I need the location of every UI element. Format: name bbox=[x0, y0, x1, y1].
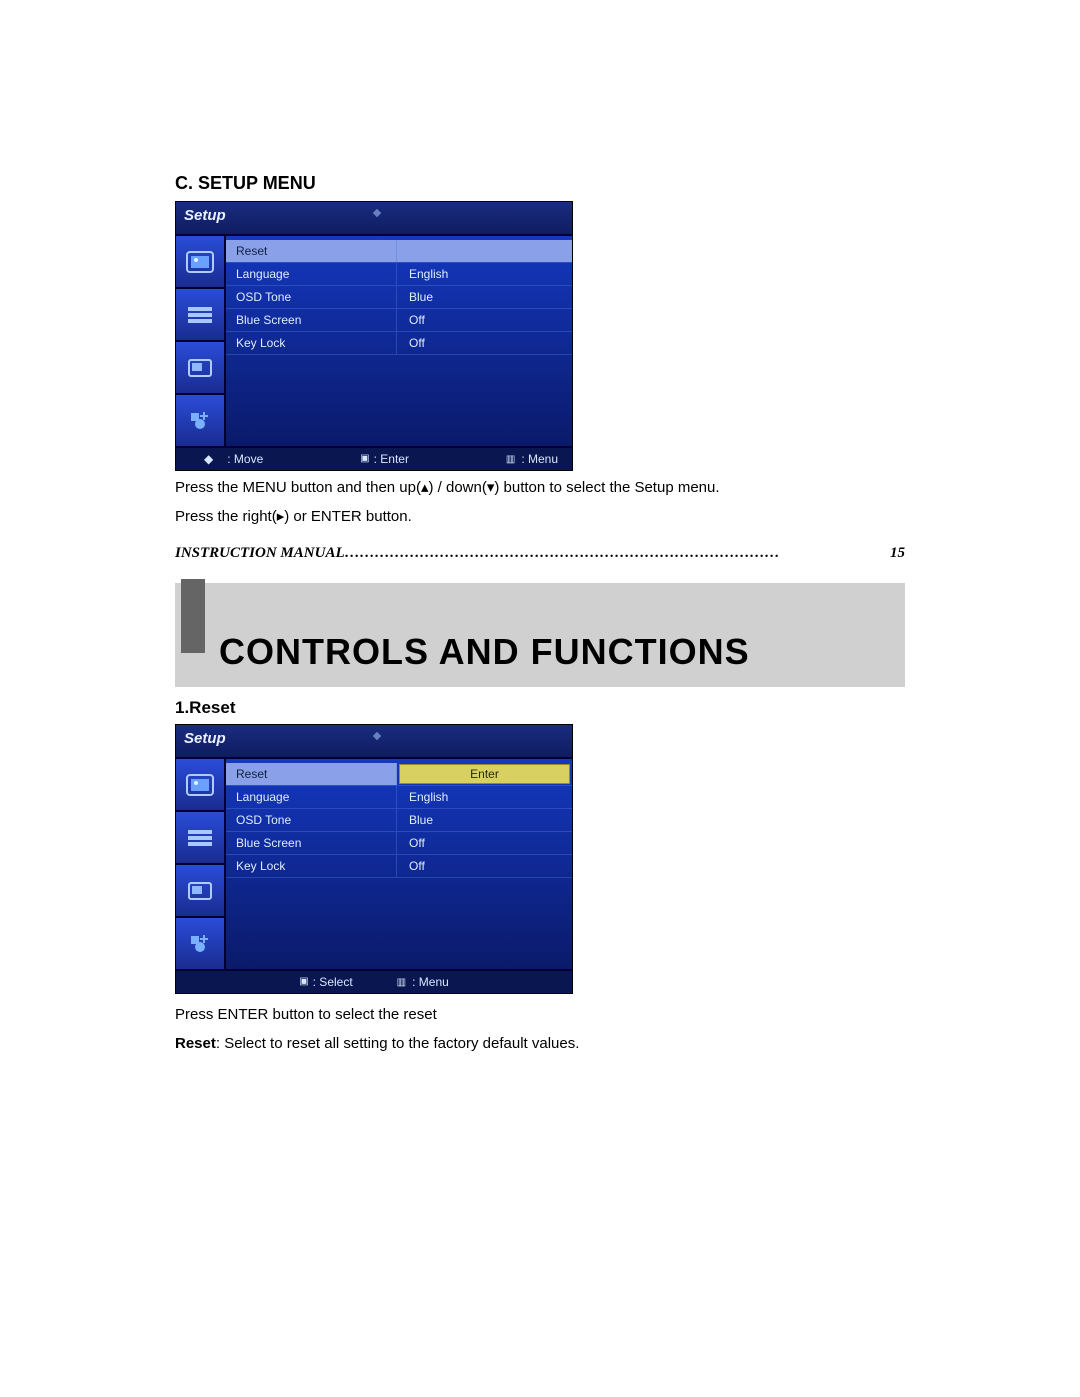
row-value-enter[interactable]: Enter bbox=[399, 764, 570, 784]
osd-footer: ◆ : Move ▣: Enter ▥: Menu bbox=[176, 446, 572, 470]
menu-row-blue-screen[interactable]: Blue Screen Off bbox=[226, 309, 572, 332]
sound-tab-icon[interactable] bbox=[176, 812, 224, 865]
row-value bbox=[397, 240, 572, 262]
setup-tab-icon[interactable] bbox=[176, 395, 224, 446]
osd-panel-2: Setup Reset Enter bbox=[175, 724, 573, 994]
osd-titlebar: Setup bbox=[176, 202, 572, 236]
row-label: OSD Tone bbox=[226, 809, 397, 831]
setup-tab-icon[interactable] bbox=[176, 918, 224, 969]
menu-row-reset[interactable]: Reset bbox=[226, 240, 572, 263]
diamond-icon bbox=[373, 732, 381, 740]
osd-main-list: Reset Language English OSD Tone Blue Blu… bbox=[226, 236, 572, 446]
menu-row-blue-screen[interactable]: Blue Screen Off bbox=[226, 832, 572, 855]
osd-body: Reset Language English OSD Tone Blue Blu… bbox=[176, 236, 572, 446]
osd-title-text: Setup bbox=[184, 730, 226, 747]
paragraph-4: Reset: Select to reset all setting to th… bbox=[175, 1033, 905, 1056]
osd-main-list: Reset Enter Language English OSD Tone Bl… bbox=[226, 759, 572, 969]
osd-sidebar bbox=[176, 759, 226, 969]
row-label: Blue Screen bbox=[226, 309, 397, 331]
row-value: English bbox=[397, 263, 572, 285]
row-label: Key Lock bbox=[226, 332, 397, 354]
row-value: Off bbox=[397, 309, 572, 331]
row-label: Language bbox=[226, 786, 397, 808]
manual-page: 15 bbox=[890, 542, 905, 565]
hint-menu: ▥: Menu bbox=[506, 450, 558, 468]
hint-move: : Move bbox=[227, 450, 263, 468]
row-value: Off bbox=[397, 332, 572, 354]
paragraph-1: Press the MENU button and then up(▴) / d… bbox=[175, 477, 905, 500]
row-label: Reset bbox=[226, 763, 397, 785]
menu-row-language[interactable]: Language English bbox=[226, 263, 572, 286]
menu-row-reset[interactable]: Reset Enter bbox=[226, 763, 572, 786]
banner-title: CONTROLS AND FUNCTIONS bbox=[219, 625, 750, 679]
manual-footer: INSTRUCTION MANUAL…………………………………………………………… bbox=[175, 542, 905, 565]
hint-enter: ▣: Enter bbox=[360, 450, 409, 468]
reset-rest: : Select to reset all setting to the fac… bbox=[216, 1035, 580, 1052]
row-value: Off bbox=[397, 855, 572, 877]
paragraph-2: Press the right(▸) or ENTER button. bbox=[175, 506, 905, 529]
paragraph-3: Press ENTER button to select the reset bbox=[175, 1004, 905, 1027]
feature-tab-icon[interactable] bbox=[176, 342, 224, 395]
manual-label: INSTRUCTION MANUAL…………………………………………………………… bbox=[175, 542, 780, 565]
diamond-icon bbox=[373, 209, 381, 217]
menu-icon: ▥ bbox=[397, 975, 402, 990]
menu-row-osd-tone[interactable]: OSD Tone Blue bbox=[226, 809, 572, 832]
document-page: C. SETUP MENU Setup bbox=[0, 0, 1080, 1119]
banner-tab-icon bbox=[181, 579, 205, 653]
menu-row-key-lock[interactable]: Key Lock Off bbox=[226, 855, 572, 878]
row-value: Off bbox=[397, 832, 572, 854]
menu-icon: ▥ bbox=[506, 452, 511, 467]
square-icon: ▣ bbox=[299, 974, 308, 989]
hint-menu: ▥: Menu bbox=[397, 973, 449, 991]
picture-tab-icon[interactable] bbox=[176, 236, 224, 289]
square-icon: ▣ bbox=[360, 451, 369, 466]
row-value: English bbox=[397, 786, 572, 808]
osd-footer: ▣: Select ▥: Menu bbox=[176, 969, 572, 993]
row-label: Blue Screen bbox=[226, 832, 397, 854]
menu-row-osd-tone[interactable]: OSD Tone Blue bbox=[226, 286, 572, 309]
heading-reset: 1.Reset bbox=[175, 695, 905, 721]
row-value: Blue bbox=[397, 809, 572, 831]
osd-titlebar: Setup bbox=[176, 725, 572, 759]
heading-setup-menu: C. SETUP MENU bbox=[175, 170, 905, 197]
osd-panel-1: Setup Reset bbox=[175, 201, 573, 471]
osd-title-text: Setup bbox=[184, 207, 226, 224]
row-value: Blue bbox=[397, 286, 572, 308]
osd-body: Reset Enter Language English OSD Tone Bl… bbox=[176, 759, 572, 969]
menu-row-key-lock[interactable]: Key Lock Off bbox=[226, 332, 572, 355]
osd-sidebar bbox=[176, 236, 226, 446]
row-label: OSD Tone bbox=[226, 286, 397, 308]
sound-tab-icon[interactable] bbox=[176, 289, 224, 342]
row-label: Language bbox=[226, 263, 397, 285]
feature-tab-icon[interactable] bbox=[176, 865, 224, 918]
menu-row-language[interactable]: Language English bbox=[226, 786, 572, 809]
picture-tab-icon[interactable] bbox=[176, 759, 224, 812]
row-label: Reset bbox=[226, 240, 397, 262]
row-label: Key Lock bbox=[226, 855, 397, 877]
hint-select: ▣: Select bbox=[299, 973, 352, 991]
updown-icon: ◆ bbox=[204, 450, 213, 468]
section-banner: CONTROLS AND FUNCTIONS bbox=[175, 583, 905, 687]
reset-bold: Reset bbox=[175, 1035, 216, 1052]
